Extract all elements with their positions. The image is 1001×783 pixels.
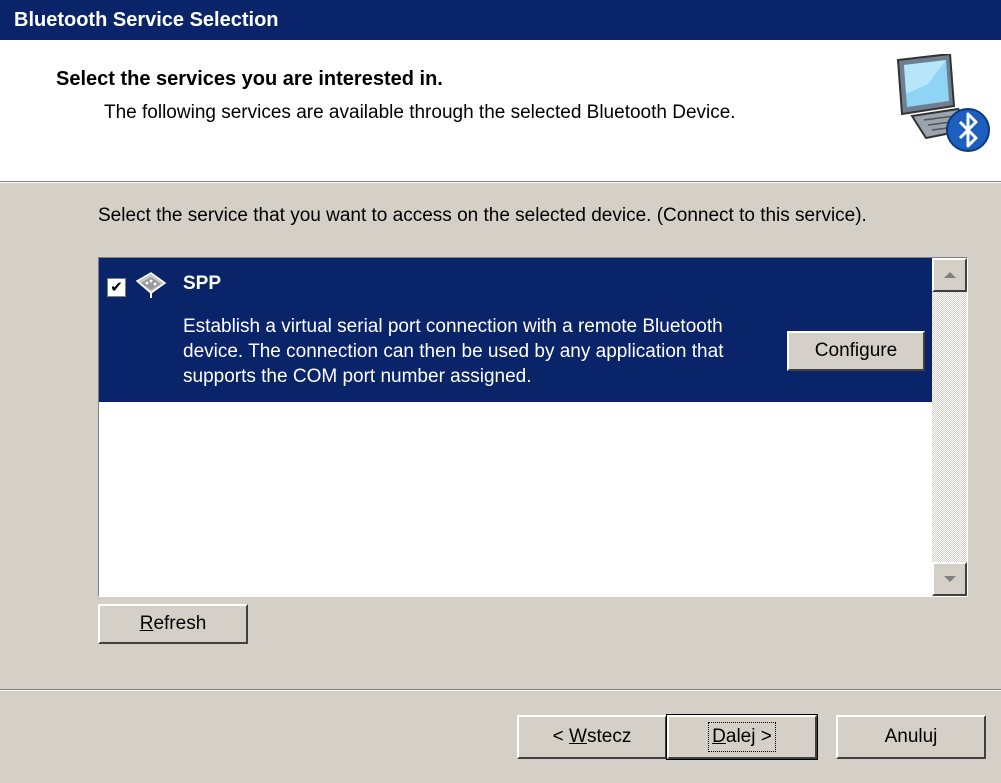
scroll-up-button[interactable]: [932, 258, 967, 292]
back-label-prefix: <: [552, 726, 570, 747]
header-separator: [0, 181, 1001, 183]
serial-port-icon: [135, 272, 167, 298]
list-item-spp[interactable]: ✔ SPP Establish a virtual serial port co…: [99, 258, 933, 402]
next-label-rest: alej >: [725, 726, 772, 747]
refresh-label-rest: efresh: [153, 613, 207, 634]
next-label: Dalej >: [708, 722, 776, 752]
header-subtitle: The following services are available thr…: [104, 102, 736, 123]
back-label-rest: stecz: [586, 726, 632, 747]
refresh-label: Refresh: [140, 613, 207, 635]
cancel-label: Anuluj: [884, 726, 938, 747]
service-description: Establish a virtual serial port connecti…: [183, 316, 724, 387]
service-name: SPP: [183, 273, 222, 294]
scroll-down-arrow-icon: [943, 576, 956, 582]
bluetooth-computer-icon: [896, 54, 990, 152]
back-label: < Wstecz: [553, 726, 632, 748]
service-checkbox[interactable]: ✔: [107, 278, 126, 297]
scroll-up-arrow-icon: [943, 272, 956, 278]
configure-label: Configure: [814, 340, 898, 361]
window-title: Bluetooth Service Selection: [0, 0, 1001, 40]
list-scrollbar[interactable]: [932, 258, 967, 596]
scroll-down-button[interactable]: [932, 562, 967, 596]
instructions-text: Select the service that you want to acce…: [98, 205, 867, 226]
back-hotkey: W: [569, 726, 587, 747]
wizard-header: Select the services you are interested i…: [0, 40, 1001, 181]
refresh-button[interactable]: Refresh: [98, 604, 248, 644]
next-button[interactable]: Dalej >: [666, 714, 818, 760]
services-list[interactable]: ✔ SPP Establish a virtual serial port co…: [98, 257, 968, 597]
header-title: Select the services you are interested i…: [56, 68, 443, 90]
footer-separator: [0, 689, 1001, 691]
next-hotkey: D: [712, 726, 726, 747]
back-button[interactable]: < Wstecz: [517, 715, 667, 759]
configure-button[interactable]: Configure: [787, 331, 925, 371]
refresh-hotkey: R: [139, 613, 154, 634]
cancel-button[interactable]: Anuluj: [836, 715, 986, 759]
